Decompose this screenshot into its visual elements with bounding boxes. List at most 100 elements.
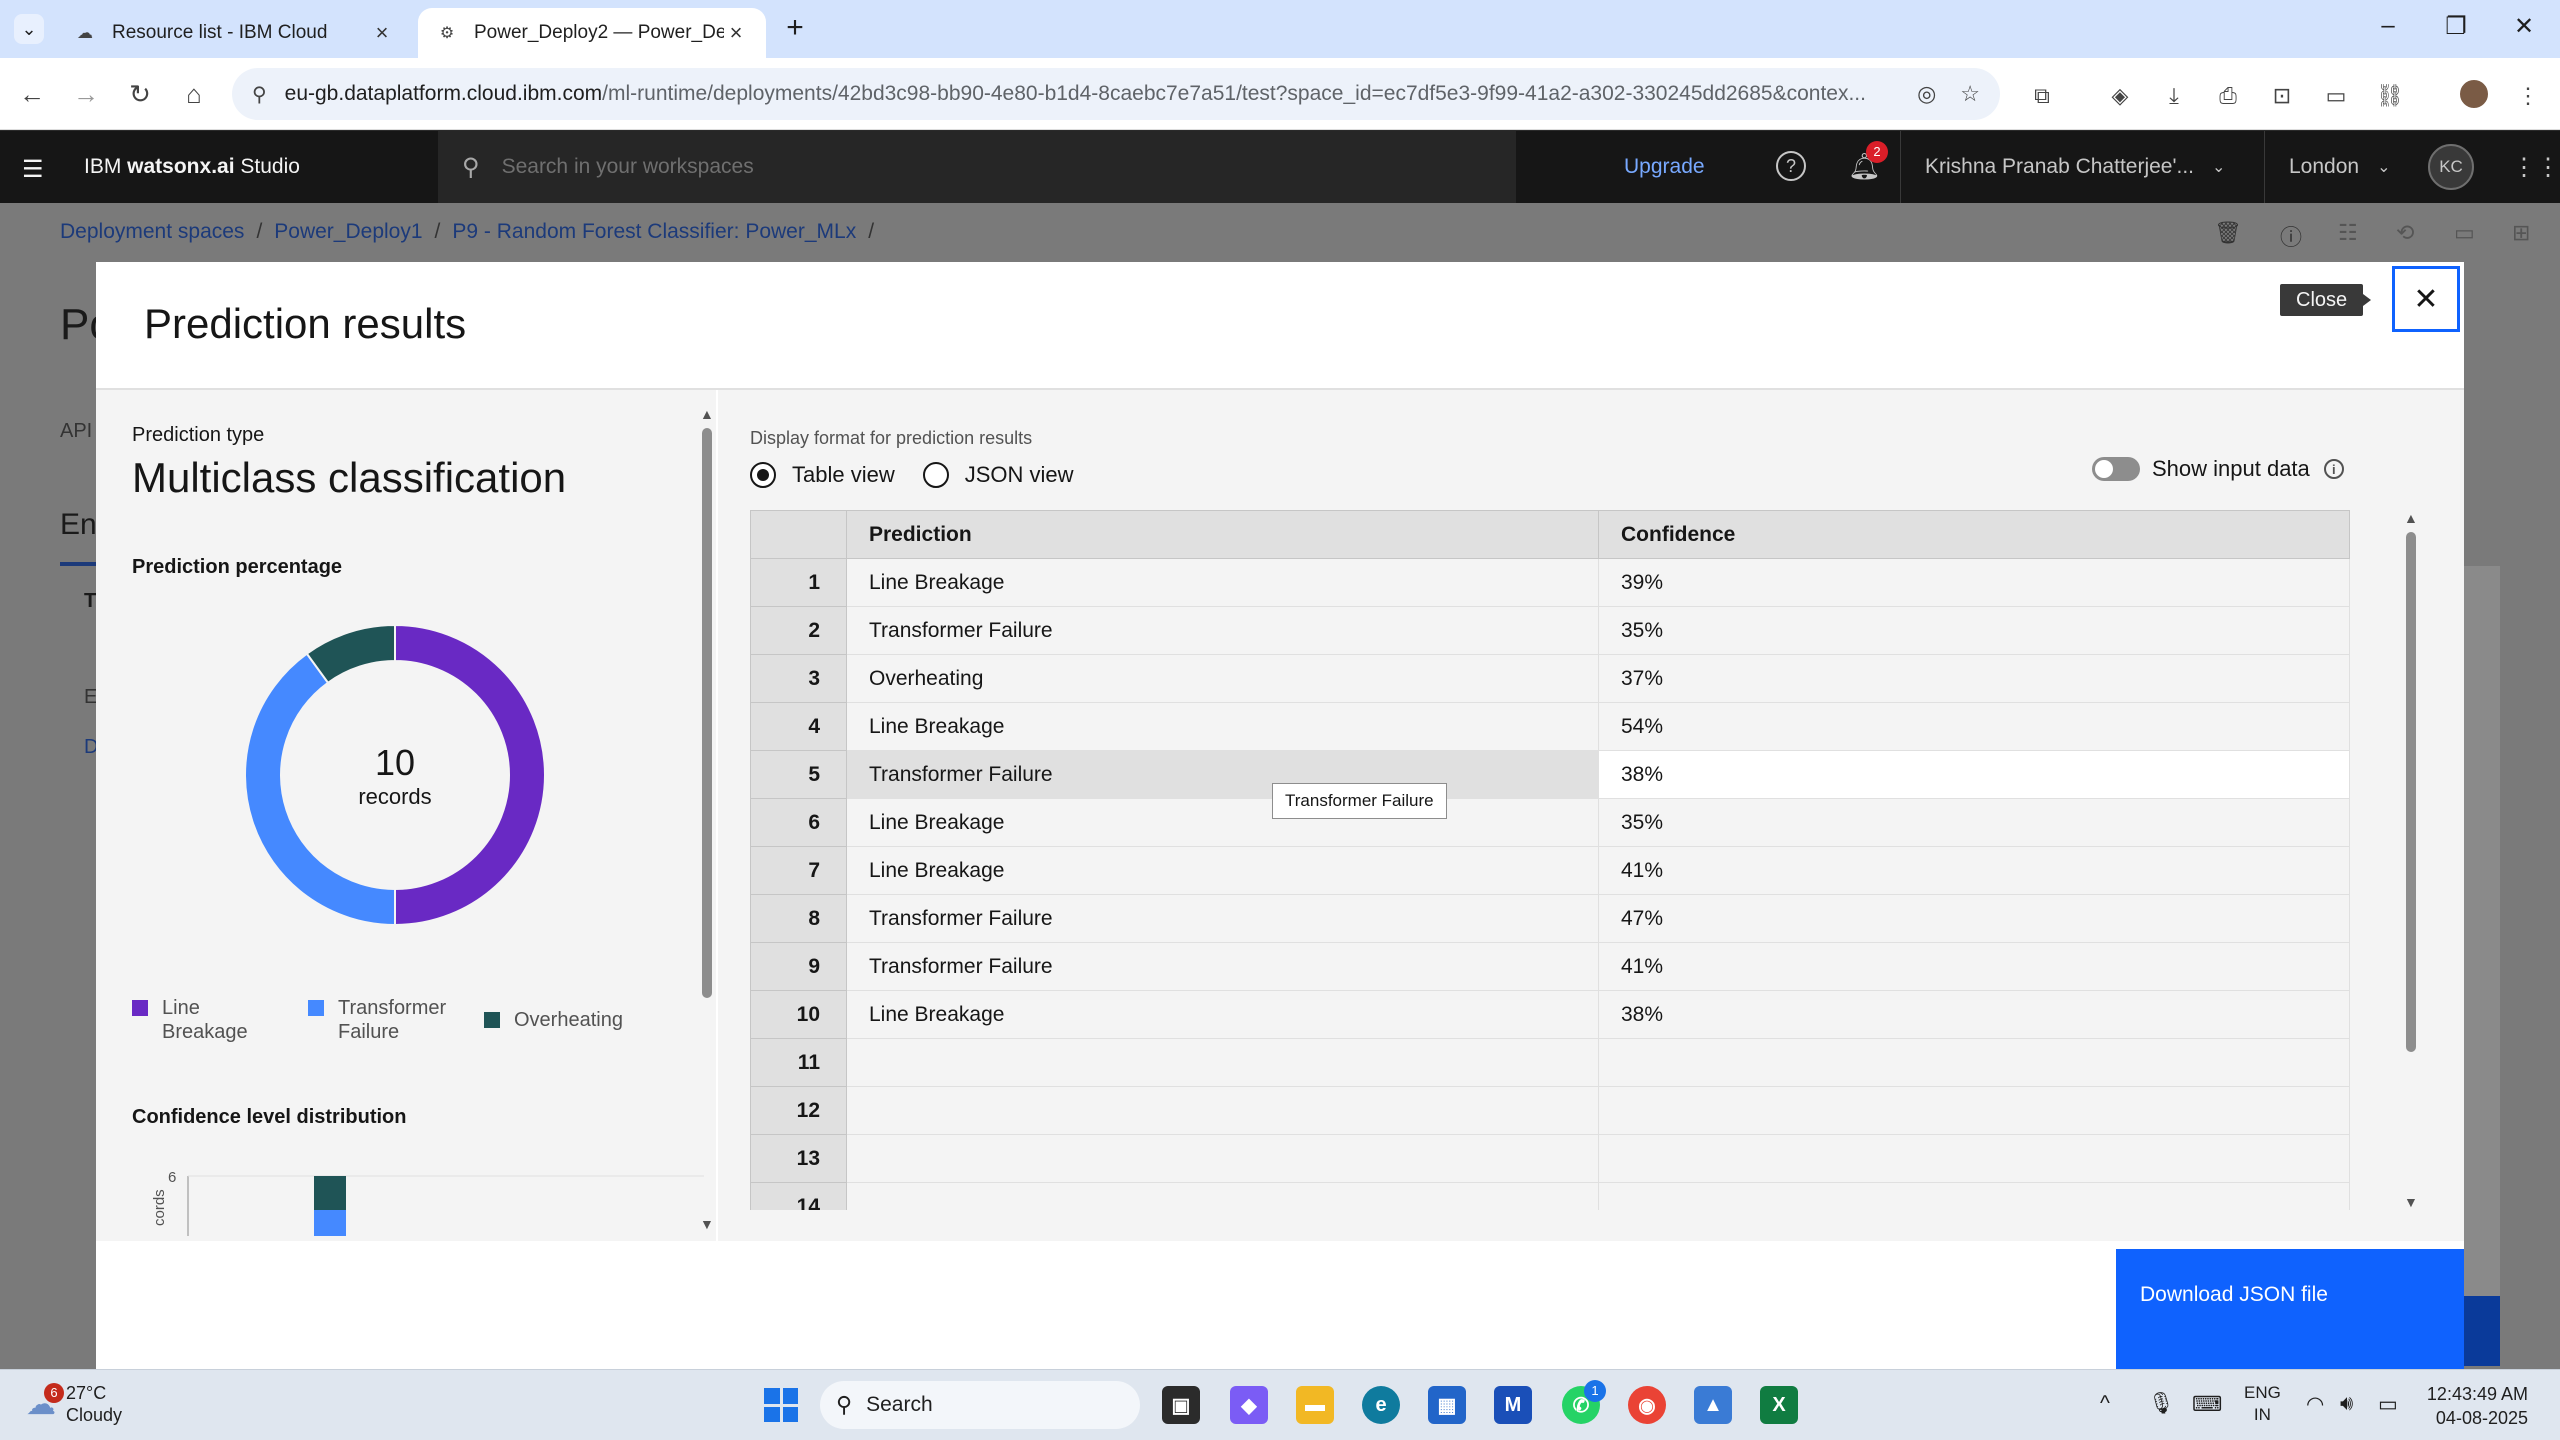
download-icon[interactable]: ⤓ [2158, 80, 2190, 112]
copilot-icon[interactable]: ◆ [1230, 1386, 1268, 1424]
table-view-radio[interactable]: Table view [750, 462, 895, 488]
prediction-cell[interactable]: Line Breakage [846, 846, 1599, 895]
window-close-icon[interactable]: ✕ [2504, 12, 2544, 41]
download-json-button[interactable]: Download JSON file [2116, 1249, 2464, 1369]
legend-item-overheating[interactable]: Overheating [484, 1008, 623, 1032]
confidence-cell[interactable] [1598, 1134, 2350, 1183]
prediction-cell[interactable]: Overheating [846, 654, 1599, 703]
prediction-cell[interactable]: Line Breakage [846, 990, 1599, 1039]
prediction-cell[interactable] [846, 1038, 1599, 1087]
table-row[interactable]: 3 Overheating 37% [750, 654, 2350, 703]
battery-icon[interactable]: ▭ [2378, 1392, 2398, 1417]
table-scrollbar[interactable]: ▲ ▼ [2404, 510, 2418, 1210]
prediction-cell[interactable] [846, 1134, 1599, 1183]
help-icon[interactable]: ? [1776, 151, 1806, 181]
link-icon[interactable]: ⛓ [2374, 80, 2406, 112]
url-text[interactable]: eu-gb.dataplatform.cloud.ibm.com/ml-runt… [285, 82, 1893, 106]
confidence-cell[interactable]: 41% [1598, 942, 2350, 991]
confidence-cell[interactable]: 38% [1598, 750, 2350, 799]
left-panel-scrollbar[interactable]: ▲ ▼ [700, 406, 714, 1232]
history-icon[interactable]: ⟲ [2396, 220, 2414, 246]
print-icon[interactable]: ⎙ [2212, 80, 2244, 112]
legend-item-line-breakage[interactable]: Line Breakage [132, 996, 248, 1044]
address-bar[interactable]: ⚲ eu-gb.dataplatform.cloud.ibm.com/ml-ru… [232, 68, 2000, 120]
file-explorer-icon[interactable]: ▬ [1296, 1386, 1334, 1424]
table-row[interactable]: 4 Line Breakage 54% [750, 702, 2350, 751]
scroll-down-icon[interactable]: ▼ [2404, 1194, 2418, 1210]
back-icon[interactable]: ← [14, 76, 50, 112]
prediction-cell[interactable]: Transformer Failure [846, 750, 1599, 799]
screenshot-icon[interactable]: ⊡ [2266, 80, 2298, 112]
task-view-icon[interactable]: ▣ [1162, 1386, 1200, 1424]
close-tab-icon[interactable]: × [370, 20, 394, 46]
prediction-cell[interactable]: Line Breakage [846, 558, 1599, 607]
eye-off-icon[interactable]: ◎ [1917, 81, 1936, 107]
table-row[interactable]: 10 Line Breakage 38% [750, 990, 2350, 1039]
photos-icon[interactable]: ▲ [1694, 1386, 1732, 1424]
confidence-cell[interactable] [1598, 1182, 2350, 1210]
confidence-cell[interactable]: 41% [1598, 846, 2350, 895]
search-placeholder[interactable]: Search in your workspaces [502, 155, 754, 179]
prediction-cell[interactable] [846, 1182, 1599, 1210]
confidence-cell[interactable] [1598, 1038, 2350, 1087]
weather-widget[interactable]: ☁ 6 27°C Cloudy [26, 1382, 122, 1426]
profile-avatar[interactable] [2458, 78, 2490, 110]
grid-icon[interactable]: ⊞ [2512, 220, 2530, 246]
json-view-radio[interactable]: JSON view [922, 462, 1074, 488]
new-tab-button[interactable]: + [780, 13, 810, 44]
scroll-down-icon[interactable]: ▼ [700, 1216, 714, 1232]
store-icon[interactable]: ▦ [1428, 1386, 1466, 1424]
table-row[interactable]: 6 Line Breakage 35% [750, 798, 2350, 847]
tab-search-button[interactable]: ⌄ [14, 14, 44, 44]
chrome-menu-icon[interactable]: ⋮ [2512, 80, 2544, 112]
scroll-up-icon[interactable]: ▲ [700, 406, 714, 422]
table-row[interactable]: 13 [750, 1134, 2350, 1183]
prediction-cell[interactable] [846, 1086, 1599, 1135]
region-switcher[interactable]: London ⌄ [2264, 131, 2404, 203]
legend-item-transformer-failure[interactable]: Transformer Failure [308, 996, 446, 1044]
site-info-icon[interactable]: ⚲ [252, 82, 267, 107]
reload-icon[interactable]: ↻ [122, 76, 158, 112]
confidence-cell[interactable]: 38% [1598, 990, 2350, 1039]
volume-icon[interactable]: 🔊︎ [2340, 1392, 2353, 1416]
extensions-icon[interactable]: ⧉ [2026, 80, 2058, 112]
prediction-column-header[interactable]: Prediction [846, 510, 1599, 559]
forward-icon[interactable]: → [68, 76, 104, 112]
keyboard-icon[interactable]: ⌨ [2192, 1392, 2222, 1417]
maths-app-icon[interactable]: M [1494, 1386, 1532, 1424]
product-name[interactable]: IBM watsonx.ai Studio [84, 155, 300, 179]
toggle-switch[interactable] [2092, 457, 2140, 481]
prediction-cell[interactable]: Line Breakage [846, 702, 1599, 751]
account-switcher[interactable]: Krishna Pranab Chatterjee'... ⌄ [1900, 131, 2266, 203]
info-icon[interactable]: i [2323, 459, 2344, 479]
table-row[interactable]: 8 Transformer Failure 47% [750, 894, 2350, 943]
home-icon[interactable]: ⌂ [176, 76, 212, 112]
confidence-cell[interactable] [1598, 1086, 2350, 1135]
table-row[interactable]: 11 [750, 1038, 2350, 1087]
prediction-cell[interactable]: Transformer Failure [846, 942, 1599, 991]
workspace-search[interactable]: ⚲ Search in your workspaces [438, 131, 1516, 203]
restore-icon[interactable]: ❐ [2436, 12, 2476, 41]
confidence-cell[interactable]: 54% [1598, 702, 2350, 751]
hamburger-menu-icon[interactable]: ☰ [22, 155, 44, 184]
confidence-cell[interactable]: 35% [1598, 606, 2350, 655]
table-row[interactable]: 9 Transformer Failure 41% [750, 942, 2350, 991]
close-button[interactable]: ✕ [2392, 266, 2460, 332]
scroll-thumb[interactable] [702, 428, 712, 998]
wifi-icon[interactable]: ◠ [2306, 1392, 2324, 1417]
confidence-column-header[interactable]: Confidence [1598, 510, 2350, 559]
confidence-cell[interactable]: 39% [1598, 558, 2350, 607]
taskbar-search[interactable]: ⚲ Search [820, 1381, 1140, 1429]
table-row[interactable]: 12 [750, 1086, 2350, 1135]
microphone-icon[interactable]: 🎙︎ [2148, 1392, 2175, 1416]
confidence-cell[interactable]: 37% [1598, 654, 2350, 703]
system-clock[interactable]: 12:43:49 AM 04-08-2025 [2420, 1382, 2528, 1430]
table-row[interactable]: 7 Line Breakage 41% [750, 846, 2350, 895]
prediction-cell[interactable]: Line Breakage [846, 798, 1599, 847]
prediction-cell[interactable]: Transformer Failure [846, 894, 1599, 943]
confidence-cell[interactable]: 35% [1598, 798, 2350, 847]
show-input-data-toggle[interactable]: Show input data i [2092, 456, 2344, 482]
user-avatar[interactable]: KC [2428, 144, 2474, 190]
start-button[interactable] [764, 1388, 798, 1422]
breadcrumb-power-deploy1[interactable]: Power_Deploy1 [274, 220, 422, 243]
